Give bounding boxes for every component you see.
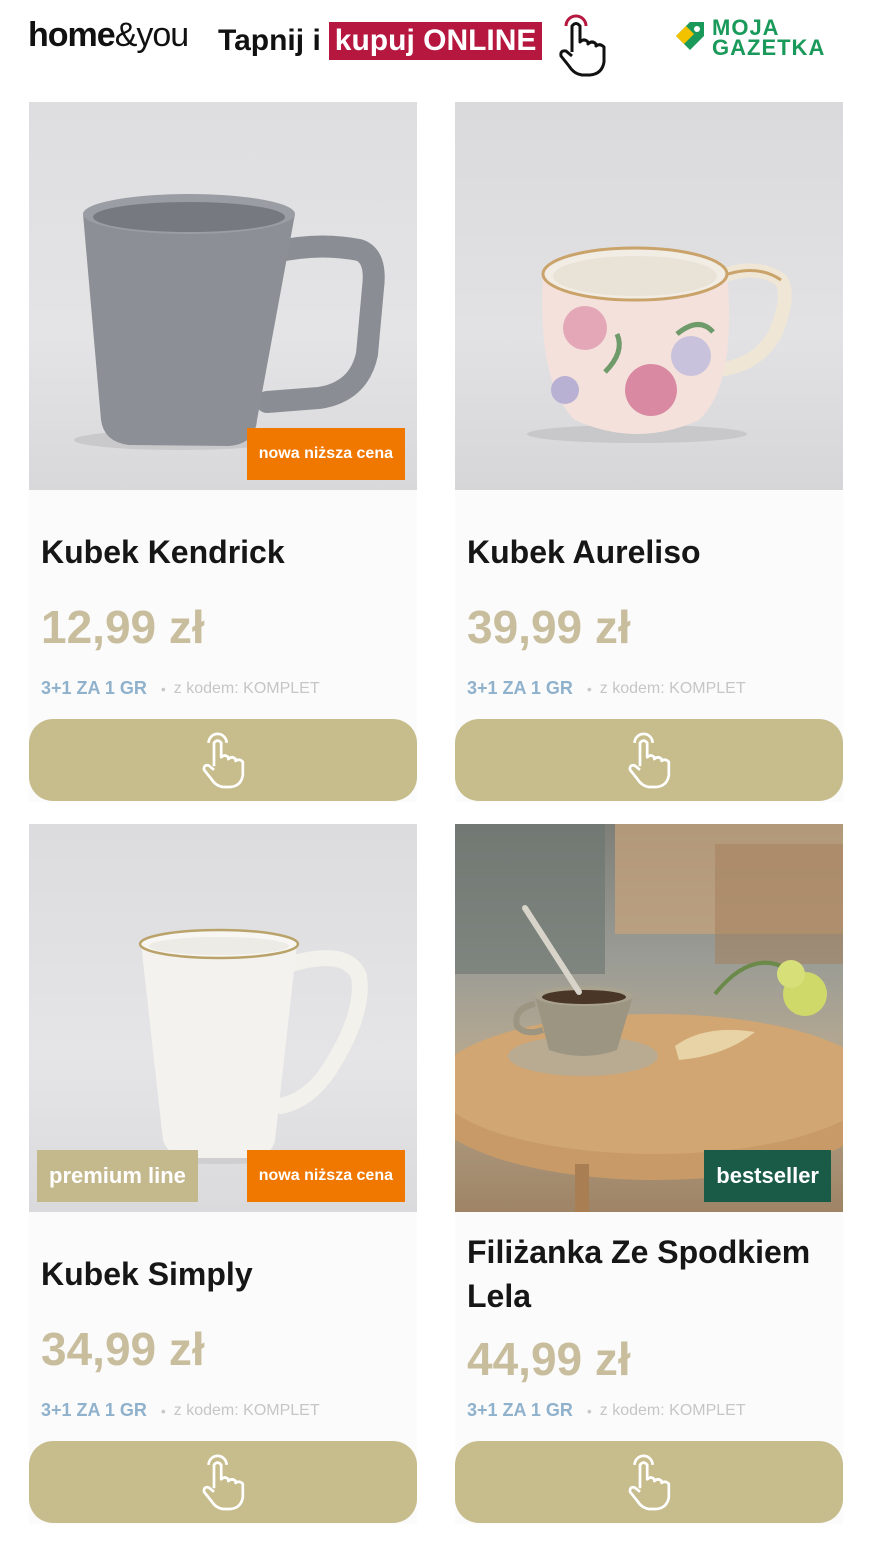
bestseller-badge: bestseller bbox=[704, 1150, 831, 1202]
product-price: 39,99 zł bbox=[467, 601, 631, 653]
product-card-lela[interactable]: bestseller Filiżanka Ze Spodkiem Lela 44… bbox=[455, 824, 843, 1524]
tap-hand-icon bbox=[202, 1454, 245, 1511]
deal-text: 3+1 ZA 1 GR bbox=[41, 678, 147, 698]
tap-hand-icon bbox=[628, 1454, 671, 1511]
promo-code: z kodem: KOMPLET bbox=[173, 679, 320, 697]
tap-hand-icon bbox=[559, 14, 606, 77]
premium-line-badge: premium line bbox=[37, 1150, 198, 1202]
product-image[interactable] bbox=[455, 102, 843, 490]
promo-highlight: kupuj ONLINE bbox=[328, 22, 543, 60]
floral-mug-image bbox=[527, 246, 792, 443]
product-price: 34,99 zł bbox=[41, 1323, 205, 1375]
separator-dot: • bbox=[160, 680, 166, 697]
product-price: 12,99 zł bbox=[41, 601, 205, 653]
product-price: 44,99 zł bbox=[467, 1333, 631, 1385]
promo-code: z kodem: KOMPLET bbox=[599, 1401, 746, 1419]
buy-online-button[interactable] bbox=[455, 719, 843, 801]
promo-prefix: Tapnij i bbox=[218, 24, 321, 57]
product-card-aureliso[interactable]: Kubek Aureliso 39,99 zł 3+1 ZA 1 GR • z … bbox=[455, 102, 843, 802]
product-title[interactable]: Kubek Simply bbox=[41, 1252, 253, 1296]
buy-online-button[interactable] bbox=[455, 1441, 843, 1523]
lower-price-badge: nowa niższa cena bbox=[246, 428, 405, 480]
promo-line: 3+1 ZA 1 GR • z kodem: KOMPLET bbox=[467, 1400, 746, 1421]
buy-online-button[interactable] bbox=[29, 1441, 417, 1523]
deal-text: 3+1 ZA 1 GR bbox=[467, 678, 573, 698]
header: home&you Tapnij i kupuj ONLINE MOJA GAZE… bbox=[0, 0, 872, 90]
buy-online-button[interactable] bbox=[29, 719, 417, 801]
promo-banner[interactable]: Tapnij i kupuj ONLINE bbox=[218, 22, 543, 60]
promo-line: 3+1 ZA 1 GR • z kodem: KOMPLET bbox=[41, 1400, 320, 1421]
deal-text: 3+1 ZA 1 GR bbox=[41, 1400, 147, 1420]
product-image[interactable]: bestseller bbox=[455, 824, 843, 1212]
product-image[interactable]: nowa niższa cena bbox=[29, 102, 417, 490]
promo-code: z kodem: KOMPLET bbox=[173, 1401, 320, 1419]
product-title[interactable]: Kubek Aureliso bbox=[467, 530, 701, 574]
deal-text: 3+1 ZA 1 GR bbox=[467, 1400, 573, 1420]
tap-hand-icon bbox=[628, 732, 671, 789]
lower-price-badge: nowa niższa cena bbox=[246, 1150, 405, 1202]
product-card-kendrick[interactable]: nowa niższa cena Kubek Kendrick 12,99 zł… bbox=[29, 102, 417, 802]
product-title-line1: Filiżanka Ze Spodkiem bbox=[467, 1234, 811, 1270]
separator-dot: • bbox=[586, 1402, 592, 1419]
promo-code: z kodem: KOMPLET bbox=[599, 679, 746, 697]
moja-gazetka-logo[interactable]: MOJA GAZETKA bbox=[672, 17, 848, 62]
product-image[interactable]: premium line nowa niższa cena bbox=[29, 824, 417, 1212]
logo-home-text: home bbox=[28, 16, 116, 54]
promo-line: 3+1 ZA 1 GR • z kodem: KOMPLET bbox=[41, 678, 320, 699]
separator-dot: • bbox=[586, 680, 592, 697]
promo-line: 3+1 ZA 1 GR • z kodem: KOMPLET bbox=[467, 678, 746, 699]
product-title-line2: Lela bbox=[467, 1278, 532, 1314]
tap-hand-icon bbox=[202, 732, 245, 789]
logo-you-text: &you bbox=[114, 16, 189, 54]
separator-dot: • bbox=[160, 1402, 166, 1419]
product-card-simply[interactable]: premium line nowa niższa cena Kubek Simp… bbox=[29, 824, 417, 1524]
product-title[interactable]: Kubek Kendrick bbox=[41, 530, 285, 574]
product-title[interactable]: Filiżanka Ze Spodkiem Lela bbox=[467, 1230, 810, 1318]
home-and-you-logo[interactable]: home&you bbox=[28, 16, 189, 55]
gazetka-tag-icon bbox=[676, 22, 704, 50]
gazetka-line2: GAZETKA bbox=[712, 35, 826, 60]
